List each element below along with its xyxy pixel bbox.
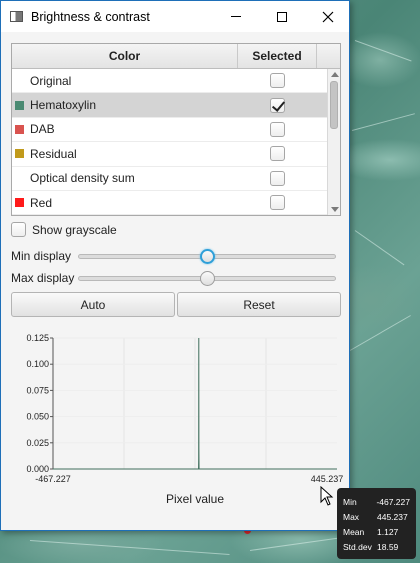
y-tick-label: 0.000: [26, 464, 49, 474]
scroll-down-arrow-icon[interactable]: [331, 207, 339, 212]
maximize-button[interactable]: [259, 1, 305, 32]
selected-cell: [238, 97, 317, 113]
color-swatch: [15, 198, 24, 208]
channel-name: Hematoxylin: [30, 98, 97, 113]
header-corner: [317, 44, 340, 68]
min-display-label: Min display: [11, 249, 72, 263]
close-icon: [322, 11, 334, 22]
min-display-row: Min display: [11, 248, 341, 264]
color-swatch: [15, 174, 24, 183]
color-cell[interactable]: Optical density sum: [12, 171, 238, 185]
minimize-button[interactable]: [213, 1, 259, 32]
stat-max-label: Max: [343, 511, 360, 522]
title-bar[interactable]: Brightness & contrast: [1, 1, 349, 32]
brightness-contrast-window: Brightness & contrast Color Selected Ori…: [0, 0, 350, 531]
min-display-slider[interactable]: [78, 248, 336, 264]
color-swatch: [15, 100, 24, 110]
selected-cell: [238, 195, 317, 211]
x-tick-label-min: -467.227: [35, 474, 71, 484]
color-cell[interactable]: Residual: [12, 147, 238, 161]
color-cell[interactable]: Hematoxylin: [12, 98, 238, 112]
selected-cell: [238, 73, 317, 89]
stat-max-value: 445.237: [377, 511, 408, 522]
selected-checkbox[interactable]: [270, 195, 285, 211]
selected-checkbox[interactable]: [270, 97, 285, 113]
y-tick-label: 0.125: [26, 333, 49, 343]
selected-cell: [238, 146, 317, 162]
color-cell[interactable]: Original: [12, 74, 238, 88]
table-scrollbar[interactable]: [327, 69, 340, 215]
channel-name: Original: [30, 73, 72, 88]
selected-checkbox[interactable]: [270, 121, 285, 137]
stat-std-label: Std.dev: [343, 541, 372, 552]
min-display-slider-thumb[interactable]: [199, 248, 215, 264]
table-row[interactable]: Hematoxylin: [12, 93, 340, 118]
selected-cell: [238, 170, 317, 186]
y-tick-label: 0.075: [26, 385, 49, 395]
table-row[interactable]: Residual: [12, 142, 340, 167]
selected-checkbox[interactable]: [270, 146, 285, 162]
selected-checkbox[interactable]: [270, 73, 285, 89]
max-display-slider-thumb[interactable]: [199, 270, 215, 286]
stat-min-label: Min: [343, 496, 357, 507]
scroll-up-arrow-icon[interactable]: [331, 72, 339, 77]
y-tick-label: 0.050: [26, 412, 49, 422]
stat-min-value: -467.227: [376, 496, 410, 507]
stat-mean-value: 1.127: [377, 526, 399, 537]
selected-checkbox[interactable]: [270, 170, 285, 186]
table-header: Color Selected: [12, 44, 340, 69]
auto-button[interactable]: Auto: [11, 292, 175, 317]
mouse-cursor-icon: [320, 486, 334, 506]
color-swatch: [15, 149, 24, 159]
table-body: Original Hematoxylin DAB Residual Optical de…: [12, 69, 340, 215]
x-tick-label-max: 445.237: [311, 474, 344, 484]
x-axis-title: Pixel value: [166, 492, 224, 506]
channel-name: Optical density sum: [30, 171, 135, 186]
color-cell[interactable]: DAB: [12, 122, 238, 136]
color-swatch: [15, 124, 24, 134]
channel-name: Residual: [30, 146, 77, 161]
histogram-chart: 0.000 0.025 0.050 0.075 0.100 0.125 -467.227 44…: [26, 333, 344, 506]
show-grayscale-label: Show grayscale: [32, 222, 117, 237]
stat-std-value: 18.59: [377, 541, 399, 552]
channel-table: Color Selected Original Hematoxylin DAB Res…: [11, 43, 341, 216]
show-grayscale-checkbox[interactable]: [11, 222, 26, 237]
table-row[interactable]: Optical density sum: [12, 167, 340, 191]
channel-name: Red: [30, 195, 53, 210]
stat-mean-label: Mean: [343, 526, 365, 537]
scroll-thumb[interactable]: [330, 81, 338, 129]
app-icon: [10, 11, 23, 22]
stats-tooltip: Min -467.227 Max 445.237 Mean 1.127 Std.dev…: [337, 488, 416, 559]
max-display-slider[interactable]: [78, 270, 336, 286]
max-display-row: Max display: [11, 270, 341, 286]
channel-name: DAB: [30, 122, 55, 137]
close-button[interactable]: [305, 1, 351, 32]
y-tick-label: 0.100: [26, 359, 49, 369]
table-row[interactable]: Original: [12, 69, 340, 94]
color-swatch: [15, 76, 24, 85]
y-tick-label: 0.025: [26, 438, 49, 448]
max-display-label: Max display: [11, 271, 75, 285]
show-grayscale-option[interactable]: Show grayscale: [11, 222, 117, 237]
window-title: Brightness & contrast: [31, 9, 150, 24]
reset-button[interactable]: Reset: [177, 292, 341, 317]
selected-cell: [238, 121, 317, 137]
maximize-icon: [277, 11, 287, 22]
minimize-icon: [231, 16, 241, 17]
table-row[interactable]: Red: [12, 191, 340, 215]
table-row[interactable]: DAB: [12, 118, 340, 143]
column-header-color[interactable]: Color: [12, 44, 238, 68]
column-header-selected[interactable]: Selected: [238, 44, 317, 68]
color-cell[interactable]: Red: [12, 196, 238, 210]
